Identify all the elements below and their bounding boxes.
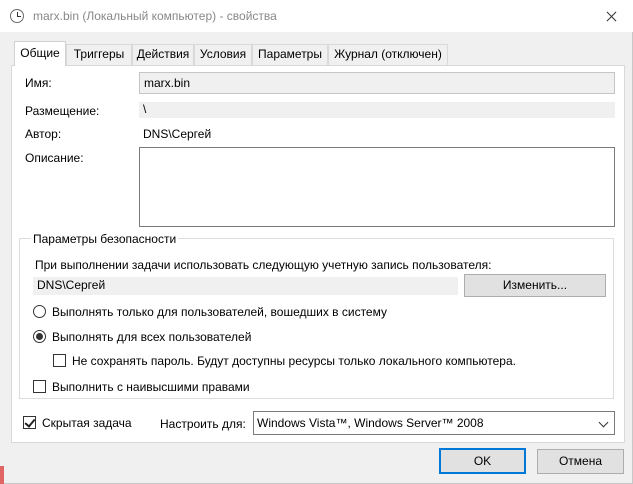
tab-settings[interactable]: Параметры xyxy=(252,44,328,65)
highest-privileges-checkbox[interactable] xyxy=(33,380,46,393)
properties-dialog: marx.bin (Локальный компьютер) - свойств… xyxy=(0,0,633,484)
radio-all-users-label: Выполнять для всех пользователей xyxy=(52,330,252,344)
configure-for-value: Windows Vista™, Windows Server™ 2008 xyxy=(257,416,484,430)
tab-conditions[interactable]: Условия xyxy=(194,44,252,65)
account-value: DNS\Сергей xyxy=(37,278,106,292)
clock-icon xyxy=(10,9,24,23)
location-label: Размещение: xyxy=(25,104,100,118)
no-store-password-checkbox[interactable] xyxy=(53,354,66,367)
background-edge-accent xyxy=(0,466,4,484)
hidden-task-checkbox[interactable] xyxy=(23,416,36,429)
radio-logged-on-only[interactable] xyxy=(33,305,46,318)
account-field: DNS\Сергей xyxy=(33,277,458,295)
change-user-button[interactable]: Изменить... xyxy=(464,274,606,297)
location-value: \ xyxy=(143,102,147,116)
window-title: marx.bin (Локальный компьютер) - свойств… xyxy=(33,9,277,23)
ok-button[interactable]: OK xyxy=(439,448,526,474)
security-group-title: Параметры безопасности xyxy=(31,232,179,246)
hidden-task-label: Скрытая задача xyxy=(42,416,132,430)
close-button[interactable] xyxy=(588,0,633,32)
radio-logged-on-label: Выполнять только для пользователей, воше… xyxy=(52,305,387,319)
configure-for-select[interactable]: Windows Vista™, Windows Server™ 2008 xyxy=(253,411,615,435)
cancel-button[interactable]: Отмена xyxy=(537,449,624,474)
description-label: Описание: xyxy=(25,151,84,165)
radio-all-users[interactable] xyxy=(33,330,46,343)
tab-general[interactable]: Общие xyxy=(14,41,66,66)
tab-actions[interactable]: Действия xyxy=(132,44,194,65)
no-store-password-label: Не сохранять пароль. Будут доступны ресу… xyxy=(72,354,516,368)
account-prompt: При выполнении задачи использовать следу… xyxy=(35,258,492,272)
tab-history[interactable]: Журнал (отключен) xyxy=(328,44,448,65)
title-bar: marx.bin (Локальный компьютер) - свойств… xyxy=(0,0,633,32)
name-value: marx.bin xyxy=(144,76,191,90)
author-label: Автор: xyxy=(25,127,62,141)
tab-triggers[interactable]: Триггеры xyxy=(66,44,132,65)
location-field: \ xyxy=(139,102,615,118)
name-field[interactable]: marx.bin xyxy=(139,72,615,94)
author-value: DNS\Сергей xyxy=(143,127,212,141)
name-label: Имя: xyxy=(25,76,52,90)
description-textarea[interactable] xyxy=(139,147,615,227)
chevron-down-icon xyxy=(598,417,609,428)
highest-privileges-label: Выполнить с наивысшими правами xyxy=(52,380,250,394)
configure-for-label: Настроить для: xyxy=(160,417,246,431)
